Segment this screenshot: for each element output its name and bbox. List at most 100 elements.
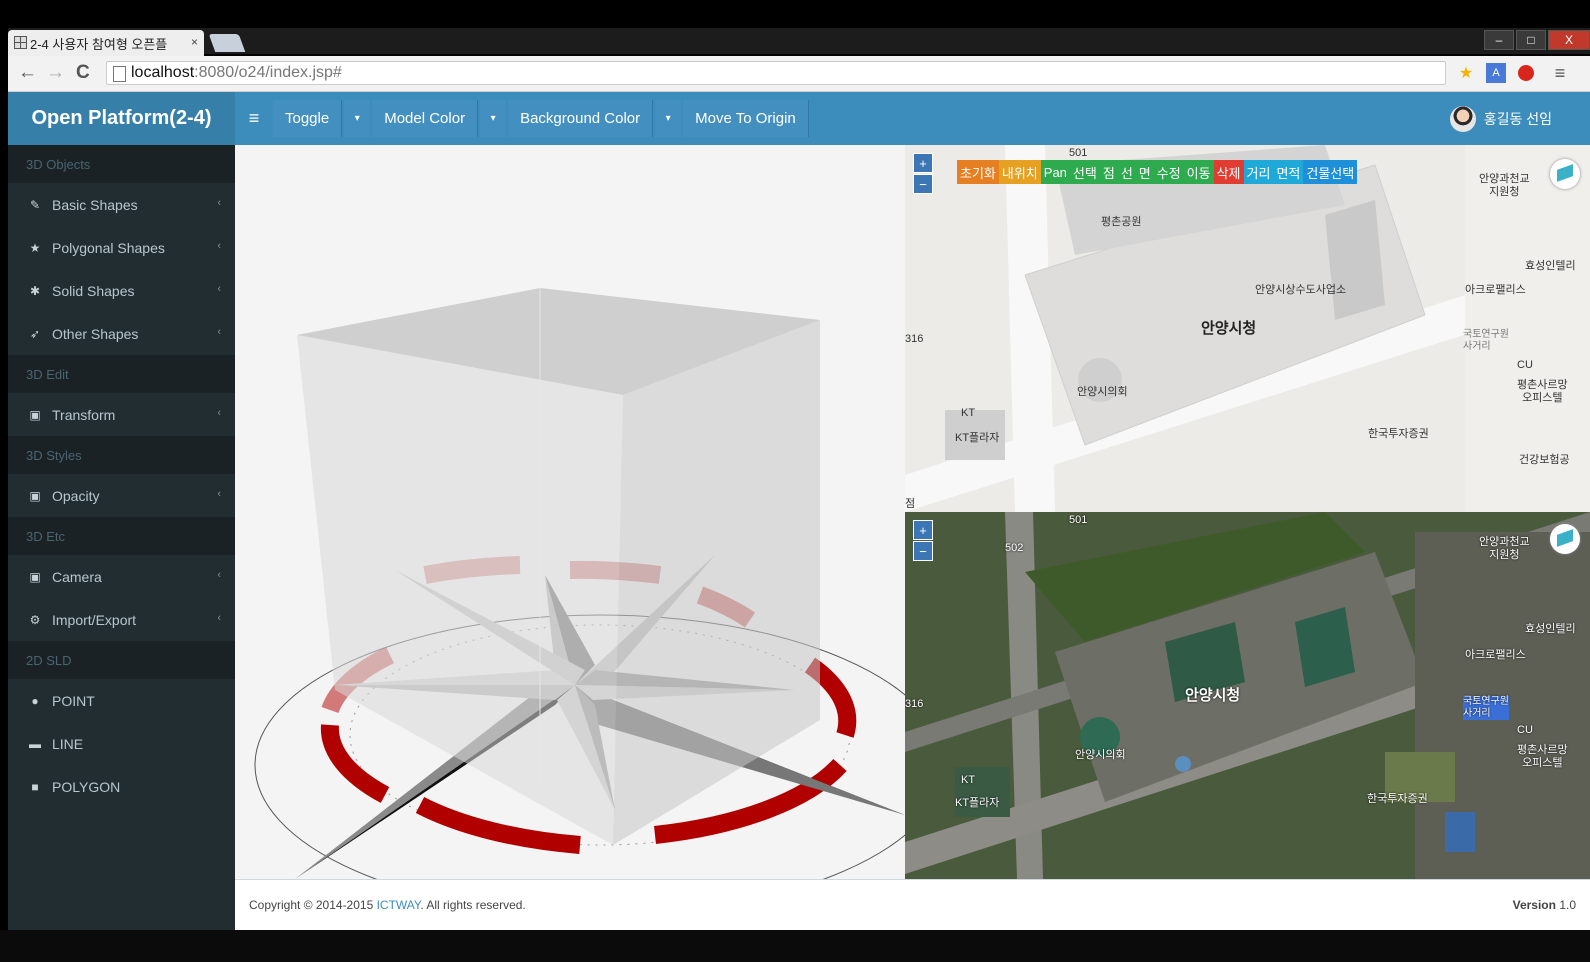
map-street[interactable]: + − 초기화 내위치 Pan 선택 점 선 면 수정 이동 삭제 거리 면적 건물선택 501 평촌공… bbox=[905, 145, 1590, 512]
menu-model-color[interactable]: Model Color bbox=[372, 100, 479, 137]
image-icon: ▣ bbox=[29, 407, 41, 422]
sidebar-item-import-export[interactable]: ⚙ Import/Export ‹ bbox=[8, 598, 235, 641]
sidebar-item-polygon[interactable]: ■ POLYGON bbox=[8, 765, 235, 808]
minimize-button[interactable]: – bbox=[1484, 30, 1514, 50]
3d-scene bbox=[254, 288, 905, 879]
chevron-left-icon: ‹ bbox=[217, 488, 221, 500]
map-tool-button[interactable]: Pan bbox=[1040, 160, 1070, 184]
map-tool-button[interactable]: 면 bbox=[1135, 160, 1154, 184]
browser-tab[interactable]: 2-4 사용자 참여형 오픈플 × bbox=[8, 30, 204, 56]
map-label-water: 안양시상수도사업소 bbox=[1255, 284, 1347, 296]
gears-icon: ⚙ bbox=[29, 612, 41, 627]
back-button[interactable]: ← bbox=[18, 62, 37, 84]
menu-toggle[interactable]: Toggle bbox=[273, 100, 343, 137]
zoom-in-button[interactable]: + bbox=[913, 153, 933, 173]
section-3d-etc: 3D Etc bbox=[8, 517, 235, 555]
adblock-icon[interactable] bbox=[1518, 65, 1534, 81]
zoom-out-button[interactable]: − bbox=[913, 541, 933, 561]
chevron-down-icon[interactable]: ▾ bbox=[344, 100, 371, 137]
map-label-city-hall: 안양시청 bbox=[1201, 320, 1257, 337]
map-label-research: 국토연구원 사거리 bbox=[1463, 329, 1509, 352]
chevron-down-icon[interactable]: ▾ bbox=[480, 100, 507, 137]
map-tool-button[interactable]: 초기화 bbox=[957, 160, 999, 184]
tab-title: 2-4 사용자 참여형 오픈플 bbox=[30, 36, 168, 52]
chevron-left-icon: ‹ bbox=[217, 197, 221, 209]
sidebar-item-other-shapes[interactable]: ➶ Other Shapes ‹ bbox=[8, 312, 235, 355]
sidebar-item-basic-shapes[interactable]: ✎ Basic Shapes ‹ bbox=[8, 183, 235, 226]
sidebar-item-transform[interactable]: ▣ Transform ‹ bbox=[8, 393, 235, 436]
map-tool-button[interactable]: 내위치 bbox=[998, 160, 1041, 184]
map-tool-button[interactable]: 점 bbox=[1099, 160, 1118, 184]
sidebar-item-label: Other Shapes bbox=[52, 325, 139, 342]
sidebar-item-line[interactable]: ▬ LINE bbox=[8, 722, 235, 765]
move-to-origin-button[interactable]: Move To Origin bbox=[683, 100, 809, 137]
layer-switch-button[interactable] bbox=[1550, 524, 1580, 554]
map-tool-button[interactable]: 면적 bbox=[1273, 160, 1304, 184]
map-label-officetel: 평촌사르망 오피스텔 bbox=[1517, 379, 1568, 404]
chevron-left-icon: ‹ bbox=[217, 407, 221, 419]
chevron-down-icon[interactable]: ▾ bbox=[655, 100, 682, 137]
close-window-button[interactable]: X bbox=[1548, 30, 1590, 50]
map-panels: + − 초기화 내위치 Pan 선택 점 선 면 수정 이동 삭제 거리 면적 건물선택 501 평촌공… bbox=[905, 145, 1590, 879]
image-icon: ▣ bbox=[29, 488, 41, 503]
new-tab-button[interactable] bbox=[208, 34, 246, 52]
map-satellite[interactable]: + − 501 502 안양시청 안양시의회 KT KT플라자 한국투자증권 3… bbox=[905, 512, 1590, 879]
map-tool-button[interactable]: 거리 bbox=[1243, 160, 1274, 184]
maximize-button[interactable]: □ bbox=[1516, 30, 1546, 50]
sidebar-item-solid-shapes[interactable]: ✱ Solid Shapes ‹ bbox=[8, 269, 235, 312]
map-tool-button[interactable]: 수정 bbox=[1153, 160, 1184, 184]
road-number-label: 502 bbox=[1005, 542, 1024, 554]
sidebar-item-opacity[interactable]: ▣ Opacity ‹ bbox=[8, 474, 235, 517]
reload-button[interactable]: C bbox=[76, 62, 90, 84]
sidebar-item-label: Transform bbox=[52, 406, 116, 423]
company-link[interactable]: ICTWAY bbox=[377, 898, 421, 912]
edit-icon: ✎ bbox=[29, 197, 41, 212]
url-path: :8080/o24/index.jsp# bbox=[194, 64, 342, 81]
bookmark-star-icon[interactable]: ★ bbox=[1456, 63, 1476, 83]
sidebar-item-point[interactable]: ● POINT bbox=[8, 679, 235, 722]
zoom-out-button[interactable]: − bbox=[913, 174, 933, 194]
sidebar-toggle-icon[interactable]: ≡ bbox=[235, 108, 273, 129]
sidebar-item-label: LINE bbox=[52, 735, 84, 752]
zoom-control: + − bbox=[913, 153, 933, 195]
zoom-in-button[interactable]: + bbox=[913, 520, 933, 540]
user-menu[interactable]: 홍길동 선임 bbox=[1449, 106, 1552, 132]
sidebar-item-polygonal-shapes[interactable]: ★ Polygonal Shapes ‹ bbox=[8, 226, 235, 269]
map-tool-button[interactable]: 삭제 bbox=[1213, 160, 1244, 184]
map-tool-button[interactable]: 선 bbox=[1117, 160, 1136, 184]
map-tool-button[interactable]: 선택 bbox=[1069, 160, 1100, 184]
map-tool-button[interactable]: 건물선택 bbox=[1303, 160, 1358, 184]
section-3d-objects: 3D Objects bbox=[8, 145, 235, 183]
version-label: Version bbox=[1512, 898, 1556, 912]
map-tool-button[interactable]: 이동 bbox=[1183, 160, 1214, 184]
address-bar[interactable]: localhost:8080/o24/index.jsp# bbox=[106, 61, 1446, 85]
chrome-menu-icon[interactable]: ≡ bbox=[1550, 63, 1570, 83]
sidebar-item-camera[interactable]: ▣ Camera ‹ bbox=[8, 555, 235, 598]
forward-button[interactable]: → bbox=[46, 62, 65, 84]
map-label-research: 국토연구원 사거리 bbox=[1463, 696, 1509, 720]
square-icon: ■ bbox=[31, 779, 39, 794]
menu-background-color[interactable]: Background Color bbox=[508, 100, 654, 137]
section-3d-styles: 3D Styles bbox=[8, 436, 235, 474]
circle-icon: ● bbox=[31, 693, 39, 708]
map-label-securities: 한국투자증권 bbox=[1368, 428, 1429, 440]
map-label-cu: CU bbox=[1517, 359, 1533, 371]
translate-icon[interactable]: A bbox=[1486, 63, 1506, 83]
map-label-city-hall: 안양시청 bbox=[1185, 687, 1241, 704]
map-tool-strip: 초기화 내위치 Pan 선택 점 선 면 수정 이동 삭제 거리 면적 건물선택 bbox=[957, 160, 1358, 184]
chevron-left-icon: ‹ bbox=[217, 326, 221, 338]
road-number-label: 316 bbox=[905, 333, 924, 345]
map-label-science: 안양과천교 지원청 bbox=[1479, 173, 1530, 198]
translucent-cube bbox=[297, 288, 820, 845]
chevron-left-icon: ‹ bbox=[217, 283, 221, 295]
map-label-kt-plaza: KT플라자 bbox=[955, 432, 1000, 444]
brand-logo[interactable]: Open Platform(2-4) bbox=[8, 92, 235, 145]
asterisk-icon: ✱ bbox=[29, 283, 41, 298]
road-number-label: 316 bbox=[905, 698, 924, 710]
3d-viewer-canvas[interactable] bbox=[235, 145, 905, 879]
sidebar-item-label: Basic Shapes bbox=[52, 196, 138, 213]
top-menu: ≡ Toggle ▾ Model Color ▾ Background Colo… bbox=[235, 92, 811, 145]
sidebar-item-label: Import/Export bbox=[52, 611, 137, 628]
close-tab-icon[interactable]: × bbox=[191, 35, 198, 49]
layer-switch-button[interactable] bbox=[1550, 159, 1580, 189]
